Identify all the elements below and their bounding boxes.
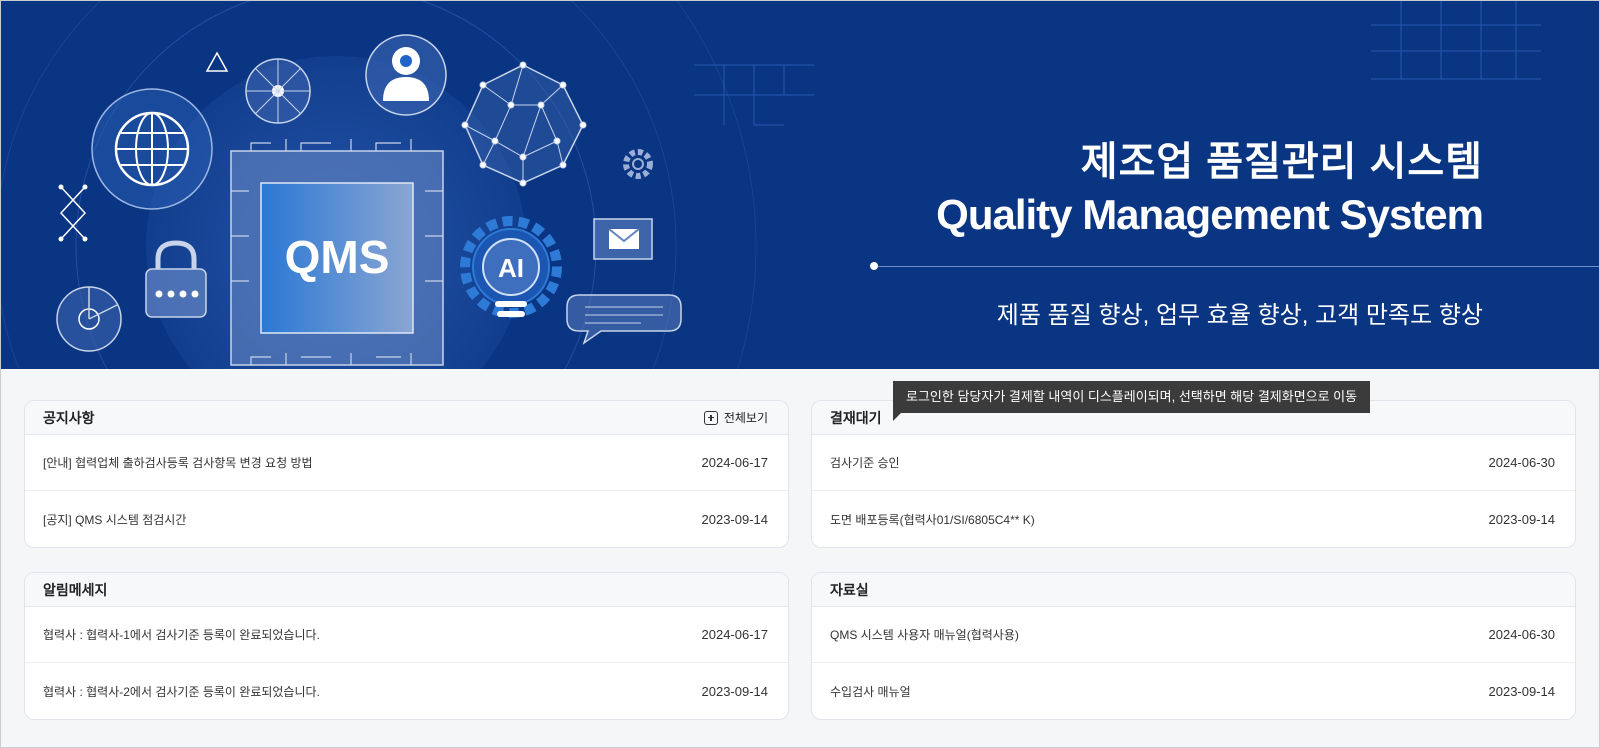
notice-row-date: 2024-06-17: [701, 455, 769, 470]
banner-divider-dot: [870, 262, 878, 270]
notice-row[interactable]: [공지] QMS 시스템 점검시간 2023-09-14: [25, 491, 788, 547]
notice-title: 공지사항: [43, 409, 95, 426]
alert-row-date: 2023-09-14: [701, 683, 769, 699]
approval-row[interactable]: 도면 배포등록(협력사01/SI/6805C4** K) 2023-09-14: [812, 491, 1575, 547]
notice-row-date: 2023-09-14: [701, 511, 769, 527]
banner-divider: [874, 266, 1599, 267]
alert-row-date: 2024-06-17: [701, 627, 769, 642]
approval-row[interactable]: 검사기준 승인 2024-06-30: [812, 435, 1575, 491]
library-row-text: 수입검사 매뉴얼: [830, 684, 911, 699]
notice-row-text: [안내] 협력업체 출하검사등록 검사항목 변경 요청 방법: [43, 456, 313, 470]
alert-row-text: 협력사 : 협력사-2에서 검사기준 등록이 완료되었습니다.: [43, 684, 320, 699]
approval-row-date: 2023-09-14: [1488, 511, 1556, 527]
notice-panel: 공지사항 전체보기 [안내] 협력업체 출하검사등록 검사항목 변경 요청 방법…: [24, 400, 789, 548]
plus-square-icon: [703, 410, 718, 425]
chip-label: QMS: [285, 231, 390, 283]
library-row[interactable]: 수입검사 매뉴얼 2023-09-14: [812, 663, 1575, 719]
alert-row-text: 협력사 : 협력사-1에서 검사기준 등록이 완료되었습니다.: [43, 628, 320, 642]
alert-title: 알림메세지: [43, 581, 108, 598]
approval-row-text: 도면 배포등록(협력사01/SI/6805C4** K): [830, 512, 1035, 527]
alert-row[interactable]: 협력사 : 협력사-2에서 검사기준 등록이 완료되었습니다. 2023-09-…: [25, 663, 788, 719]
alert-panel: 알림메세지 협력사 : 협력사-1에서 검사기준 등록이 완료되었습니다. 20…: [24, 572, 789, 720]
view-all-button[interactable]: 전체보기: [703, 409, 768, 426]
banner-subtitle: Quality Management System: [936, 191, 1484, 238]
qms-main-screen: QMS AI 제조업 품질관리 시스템 Quality Management S…: [0, 0, 1600, 748]
approval-row-date: 2024-06-30: [1488, 455, 1556, 470]
approval-panel: 결재대기 검사기준 승인 2024-06-30 도면 배포등록(협력사01/SI…: [811, 400, 1576, 548]
library-header: 자료실: [812, 573, 1575, 607]
approval-tooltip: 로그인한 담당자가 결제할 내역이 디스플레이되며, 선택하면 해당 결제화면으…: [893, 381, 1371, 421]
view-all-label: 전체보기: [723, 411, 768, 425]
approval-row-text: 검사기준 승인: [830, 456, 900, 470]
hero-banner: QMS AI 제조업 품질관리 시스템 Quality Management S…: [1, 1, 1599, 369]
banner-tagline: 제품 품질 향상, 업무 효율 향상, 고객 만족도 향상: [996, 302, 1483, 329]
library-row[interactable]: QMS 시스템 사용자 매뉴얼(협력사용) 2024-06-30: [812, 607, 1575, 663]
alert-row[interactable]: 협력사 : 협력사-1에서 검사기준 등록이 완료되었습니다. 2024-06-…: [25, 607, 788, 663]
library-row-date: 2024-06-30: [1488, 627, 1556, 642]
notice-row[interactable]: [안내] 협력업체 출하검사등록 검사항목 변경 요청 방법 2024-06-1…: [25, 435, 788, 491]
notice-row-text: [공지] QMS 시스템 점검시간: [43, 512, 187, 527]
ai-label: AI: [498, 253, 524, 283]
banner-title: 제조업 품질관리 시스템: [1080, 140, 1483, 184]
library-panel: 자료실 QMS 시스템 사용자 매뉴얼(협력사용) 2024-06-30 수입검…: [811, 572, 1576, 720]
library-title: 자료실: [830, 581, 869, 598]
notice-header: 공지사항 전체보기: [25, 401, 788, 435]
alert-header: 알림메세지: [25, 573, 788, 607]
library-row-date: 2023-09-14: [1488, 683, 1556, 699]
approval-title: 결재대기: [830, 409, 882, 426]
library-row-text: QMS 시스템 사용자 매뉴얼(협력사용): [830, 628, 1019, 642]
